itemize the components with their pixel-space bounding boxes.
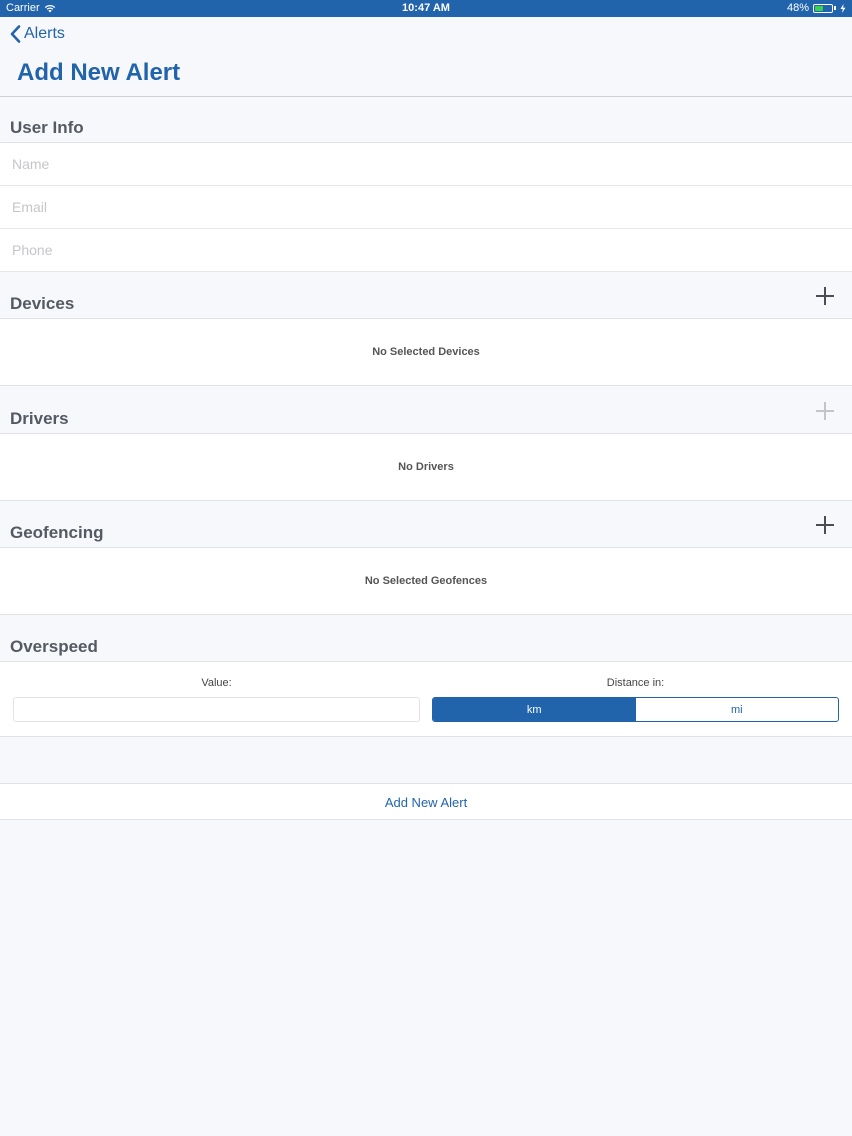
page-title: Add New Alert bbox=[17, 59, 181, 86]
name-field-row bbox=[0, 143, 852, 186]
section-drivers: Drivers bbox=[0, 387, 852, 434]
status-right: 48% bbox=[787, 2, 846, 14]
section-title-drivers: Drivers bbox=[10, 409, 69, 428]
add-geofence-plus-icon[interactable] bbox=[816, 516, 834, 534]
section-title-geofencing: Geofencing bbox=[10, 523, 104, 542]
unit-km-segment[interactable]: km bbox=[433, 698, 636, 721]
section-title-overspeed: Overspeed bbox=[10, 637, 98, 656]
clock: 10:47 AM bbox=[402, 2, 450, 14]
value-label: Value: bbox=[201, 677, 232, 689]
section-overspeed: Overspeed bbox=[0, 615, 852, 662]
wifi-icon bbox=[44, 4, 55, 12]
speed-value-input[interactable] bbox=[13, 697, 420, 722]
status-left: Carrier bbox=[6, 2, 56, 14]
back-button[interactable]: Alerts bbox=[10, 25, 65, 43]
unit-mi-segment[interactable]: mi bbox=[636, 698, 839, 721]
charging-icon bbox=[840, 3, 846, 13]
name-input[interactable] bbox=[12, 143, 832, 185]
battery-tip bbox=[834, 6, 836, 10]
add-new-alert-button[interactable]: Add New Alert bbox=[0, 784, 852, 820]
distance-label: Distance in: bbox=[606, 677, 665, 689]
drivers-empty-message: No Drivers bbox=[398, 461, 454, 473]
submit-row: Add New Alert bbox=[0, 783, 852, 820]
navigation-bar: Alerts Add New Alert bbox=[0, 17, 852, 97]
phone-field-row bbox=[0, 229, 852, 272]
distance-unit-segmented-control: km mi bbox=[432, 697, 839, 722]
battery-fill bbox=[815, 5, 823, 11]
section-title-user-info: User Info bbox=[10, 118, 84, 137]
section-title-devices: Devices bbox=[10, 294, 75, 313]
carrier-label: Carrier bbox=[6, 2, 40, 14]
add-device-plus-icon[interactable] bbox=[816, 287, 834, 305]
geofences-empty-message: No Selected Geofences bbox=[364, 575, 488, 587]
email-field-row bbox=[0, 186, 852, 229]
devices-empty-message: No Selected Devices bbox=[372, 346, 480, 358]
phone-input[interactable] bbox=[12, 229, 832, 271]
status-bar: Carrier 10:47 AM 48% bbox=[0, 0, 852, 17]
back-label: Alerts bbox=[24, 25, 65, 42]
add-driver-plus-icon[interactable] bbox=[816, 402, 834, 420]
section-geofencing: Geofencing bbox=[0, 501, 852, 548]
email-input[interactable] bbox=[12, 186, 832, 228]
drivers-list: No Drivers bbox=[0, 434, 852, 501]
devices-list: No Selected Devices bbox=[0, 319, 852, 386]
geofences-list: No Selected Geofences bbox=[0, 548, 852, 615]
battery-percent: 48% bbox=[786, 2, 809, 14]
battery-icon bbox=[813, 3, 833, 13]
section-user-info: User Info bbox=[0, 97, 852, 143]
section-devices: Devices bbox=[0, 272, 852, 319]
chevron-left-icon bbox=[10, 25, 21, 43]
